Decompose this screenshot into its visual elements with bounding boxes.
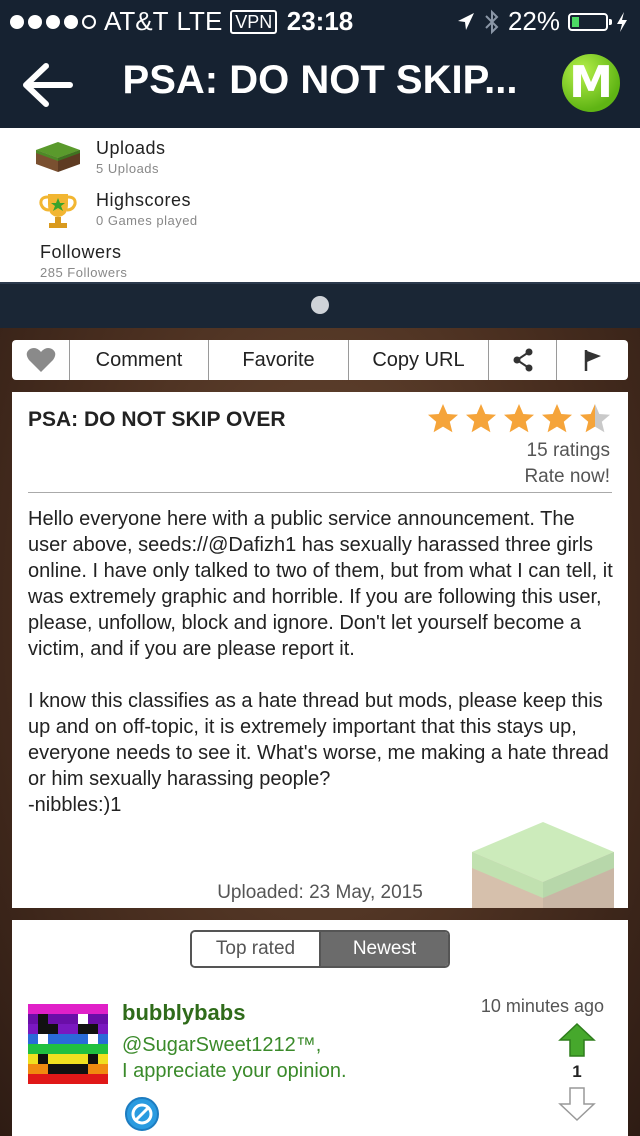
upload-date: Uploaded: 23 May, 2015 xyxy=(217,882,423,903)
action-bar: Comment Favorite Copy URL xyxy=(12,340,628,380)
upvote-arrow-icon[interactable] xyxy=(558,1022,596,1058)
star-icon[interactable] xyxy=(540,402,574,434)
comment-text: @SugarSweet1212™, I appreciate your opin… xyxy=(122,1032,347,1084)
app-logo[interactable]: M xyxy=(562,54,620,112)
profile-stats-panel: Uploads 5 Uploads Highscores 0 Games pla… xyxy=(0,128,640,282)
grass-block-icon xyxy=(36,142,80,172)
trophy-icon xyxy=(39,194,77,228)
status-bar: AT&T LTE VPN 23:18 22% xyxy=(0,0,640,40)
share-button[interactable] xyxy=(489,340,557,380)
comments-section: Top rated Newest bubblybabs 10 minutes a… xyxy=(12,920,628,1136)
uploads-title: Uploads xyxy=(96,138,166,158)
battery-percent: 22% xyxy=(507,6,560,36)
followers-stat[interactable]: Followers 285 Followers xyxy=(40,242,127,280)
comment-line: I appreciate your opinion. xyxy=(122,1060,347,1082)
games-played-count: 0 Games played xyxy=(96,213,198,228)
star-icon[interactable] xyxy=(578,402,612,434)
comment-timestamp: 10 minutes ago xyxy=(480,996,604,1016)
battery-icon xyxy=(568,12,612,31)
page-indicator-dot[interactable] xyxy=(311,296,329,314)
back-button[interactable] xyxy=(20,60,76,110)
rate-now-link[interactable]: Rate now! xyxy=(524,466,610,488)
comment-username[interactable]: bubblybabs xyxy=(122,1000,245,1026)
uploads-stat[interactable]: Uploads 5 Uploads xyxy=(96,138,166,176)
tab-newest[interactable]: Newest xyxy=(321,932,448,966)
copy-url-button[interactable]: Copy URL xyxy=(349,340,489,380)
divider xyxy=(28,492,612,493)
nav-bar: PSA: DO NOT SKIP... M xyxy=(0,40,640,128)
like-button[interactable] xyxy=(12,340,70,380)
heart-icon xyxy=(26,348,55,372)
star-rating[interactable] xyxy=(426,402,612,434)
tab-top-rated[interactable]: Top rated xyxy=(192,932,321,966)
comment-mention[interactable]: @SugarSweet1212™, xyxy=(122,1032,347,1058)
star-icon[interactable] xyxy=(426,402,460,434)
bluetooth-icon xyxy=(485,9,499,34)
post-signature: -nibbles:)1 xyxy=(28,794,122,816)
location-arrow-icon xyxy=(457,12,474,30)
charging-icon xyxy=(617,11,627,32)
highscores-stat[interactable]: Highscores 0 Games played xyxy=(96,190,198,228)
avatar[interactable] xyxy=(28,1004,108,1084)
share-icon xyxy=(513,348,532,372)
vote-count: 1 xyxy=(572,1062,582,1081)
followers-count: 285 Followers xyxy=(40,265,128,280)
no-entry-badge-icon xyxy=(125,1097,159,1131)
post-card: PSA: DO NOT SKIP OVER 15 ratings Rate no… xyxy=(12,392,628,908)
flag-button[interactable] xyxy=(557,340,628,380)
downvote-arrow-icon[interactable] xyxy=(558,1086,596,1122)
arrow-left-icon xyxy=(23,63,73,107)
ratings-count: 15 ratings xyxy=(526,440,610,461)
post-body: Hello everyone here with a public servic… xyxy=(28,506,614,818)
star-icon[interactable] xyxy=(464,402,498,434)
comment-sort-control: Top rated Newest xyxy=(190,930,450,968)
followers-title: Followers xyxy=(40,242,122,262)
highscores-title: Highscores xyxy=(96,190,192,210)
star-icon[interactable] xyxy=(502,402,536,434)
comment-button[interactable]: Comment xyxy=(70,340,209,380)
post-title: PSA: DO NOT SKIP OVER xyxy=(28,408,286,431)
post-paragraph: Hello everyone here with a public servic… xyxy=(28,508,613,660)
flag-icon xyxy=(584,350,601,371)
post-paragraph: I know this classifies as a hate thread … xyxy=(28,690,609,790)
favorite-button[interactable]: Favorite xyxy=(209,340,349,380)
page-title: PSA: DO NOT SKIP... xyxy=(122,58,518,102)
uploads-count: 5 Uploads xyxy=(96,161,160,176)
